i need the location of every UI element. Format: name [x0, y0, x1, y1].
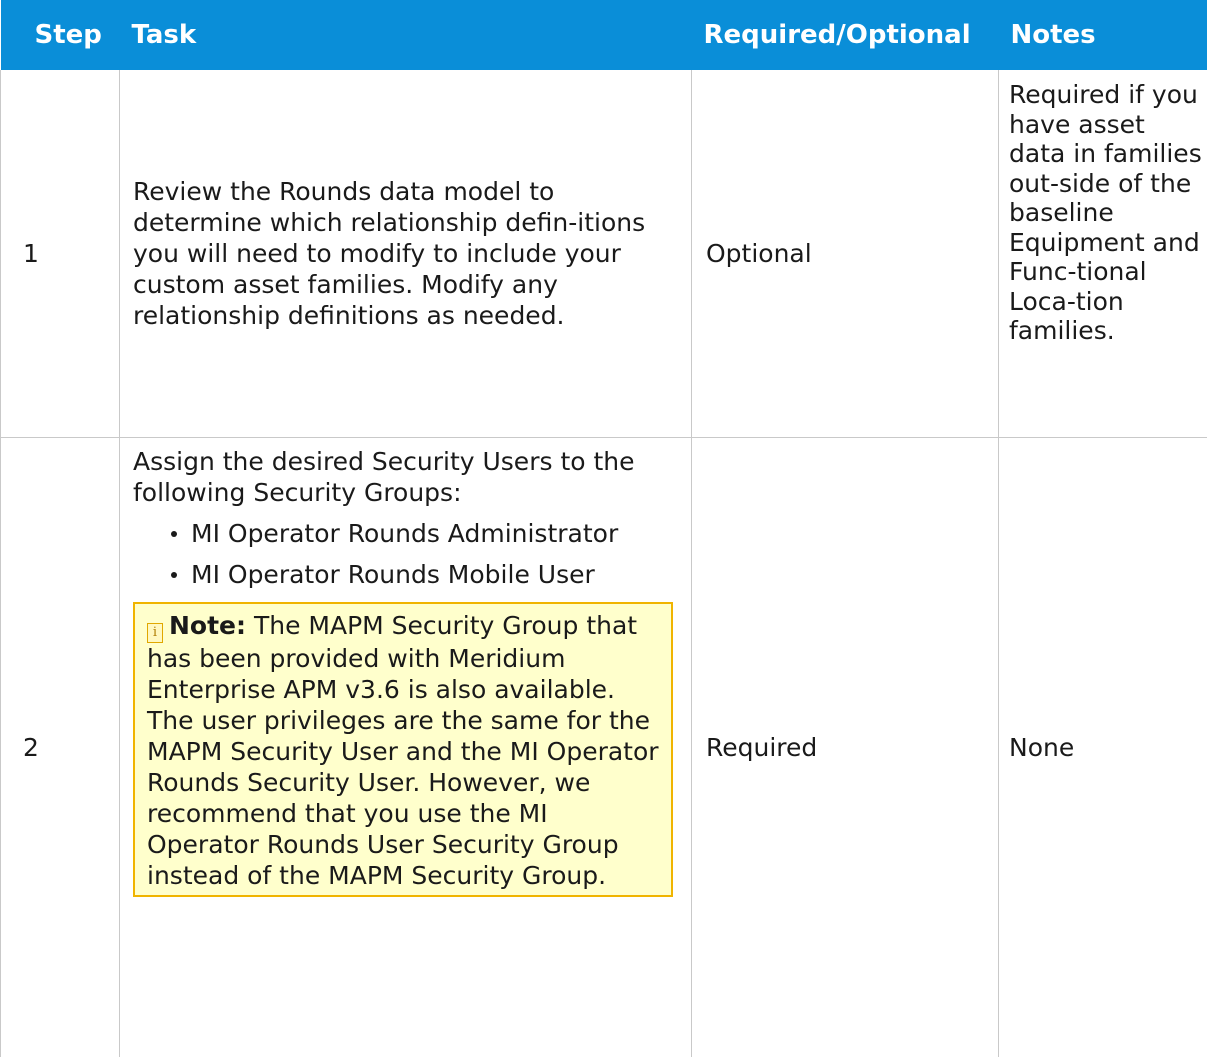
task-cell: Assign the desired Security Users to the… [120, 437, 692, 1057]
security-group-list: MI Operator Rounds Administrator MI Oper… [133, 518, 673, 590]
setup-steps-table: Step Task Required/Optional Notes 1 Revi… [0, 0, 1207, 1057]
table-row: 1 Review the Rounds data model to determ… [1, 70, 1207, 437]
step-number: 2 [1, 437, 120, 1057]
security-group-name: MI Operator Rounds Mobile User [191, 560, 595, 589]
info-note-icon: i [147, 623, 163, 643]
note-callout: i Note: The MAPM Security Group that has … [133, 602, 673, 897]
security-group-name: MI Operator Rounds Administrator [191, 519, 618, 548]
header-required-optional: Required/Optional [692, 0, 999, 70]
required-optional-value: Required [692, 437, 999, 1057]
bullet-icon [171, 531, 177, 537]
task-intro: Assign the desired Security Users to the… [133, 446, 673, 508]
header-step: Step [1, 0, 120, 70]
table-row: 2 Assign the desired Security Users to t… [1, 437, 1207, 1057]
list-item: MI Operator Rounds Administrator [191, 518, 673, 549]
table-body: 1 Review the Rounds data model to determ… [1, 70, 1207, 1057]
note-label: Note: [169, 611, 246, 640]
header-notes: Notes [999, 0, 1207, 70]
notes-value: None [999, 437, 1207, 1057]
required-optional-value: Optional [692, 70, 999, 437]
task-description: Review the Rounds data model to determin… [120, 70, 692, 437]
note-text: The MAPM Security Group that has been pr… [147, 611, 659, 890]
table-header: Step Task Required/Optional Notes [1, 0, 1207, 70]
step-number: 1 [1, 70, 120, 437]
list-item: MI Operator Rounds Mobile User [191, 559, 673, 590]
bullet-icon [171, 572, 177, 578]
header-row: Step Task Required/Optional Notes [1, 0, 1207, 70]
header-task: Task [120, 0, 692, 70]
notes-value: Required if you have asset data in famil… [999, 70, 1207, 437]
